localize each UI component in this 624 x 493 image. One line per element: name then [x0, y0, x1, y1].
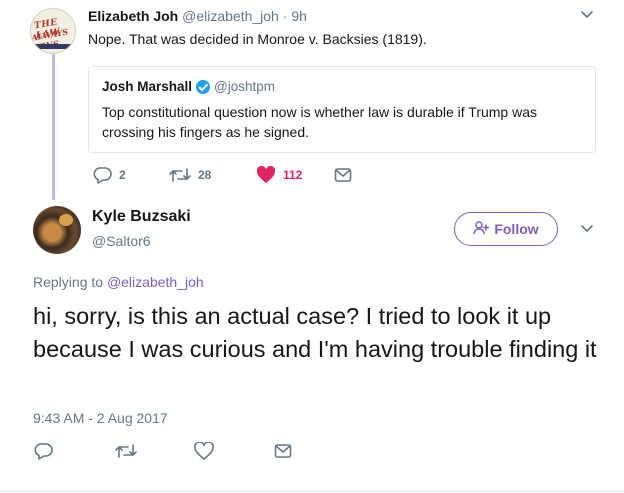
follow-button[interactable]: Follow — [454, 212, 558, 246]
reply-count: 2 — [119, 168, 126, 182]
retweet-icon — [114, 442, 138, 460]
main-tweet-text: hi, sorry, is this an actual case? I tri… — [33, 303, 597, 362]
main-tweet-timestamp[interactable]: 9:43 AM - 2 Aug 2017 — [33, 410, 168, 426]
retweet-count: 28 — [198, 168, 212, 182]
quoted-tweet-text: Top constitutional question now is wheth… — [102, 104, 537, 140]
parent-tweet-text: Nope. That was decided in Monroe v. Back… — [88, 31, 427, 47]
retweet-button[interactable]: 28 — [168, 166, 256, 184]
quoted-author-handle: @joshtpm — [214, 79, 276, 94]
heart-icon — [194, 442, 214, 460]
direct-message-button[interactable] — [334, 167, 352, 183]
reply-icon — [93, 166, 113, 184]
main-tweet-actions — [34, 442, 292, 460]
main-author-handle[interactable]: @Saltor6 — [92, 233, 151, 249]
message-icon — [334, 167, 352, 183]
chevron-down-icon[interactable] — [580, 224, 594, 234]
replying-to: Replying to @elizabeth_joh — [33, 274, 204, 290]
quoted-tweet[interactable]: Josh Marshall @joshtpm Top constitutiona… — [88, 66, 596, 153]
author-handle[interactable]: @elizabeth_joh — [182, 8, 279, 24]
add-person-icon — [473, 220, 494, 238]
replying-prefix: Replying to — [33, 274, 104, 290]
direct-message-button[interactable] — [274, 443, 292, 459]
retweet-button[interactable] — [114, 442, 194, 460]
author-name[interactable]: Elizabeth Joh — [88, 8, 178, 24]
message-icon — [274, 443, 292, 459]
avatar-highlight — [59, 214, 73, 226]
like-count: 112 — [283, 168, 303, 182]
avatar-kyle-buzsaki[interactable] — [33, 206, 81, 254]
reply-button[interactable]: 2 — [93, 166, 168, 184]
chevron-down-icon[interactable] — [580, 10, 594, 20]
thread-connector-line — [52, 54, 55, 200]
verified-badge-icon — [196, 79, 211, 94]
follow-label: Follow — [494, 221, 539, 237]
parent-tweet-actions: 2 28 112 — [93, 166, 352, 184]
like-button[interactable] — [194, 442, 274, 460]
avatar-elizabeth-joh[interactable]: THE LAW ALWAYS WINS — [30, 8, 76, 54]
like-button[interactable]: 112 — [256, 166, 334, 184]
tweet-time[interactable]: 9h — [291, 8, 307, 24]
heart-icon — [256, 166, 276, 184]
avatar-stripe — [31, 44, 75, 49]
reply-icon — [34, 442, 54, 460]
divider — [0, 491, 624, 492]
retweet-icon — [168, 166, 192, 184]
dot-separator: · — [282, 8, 288, 24]
main-author-name[interactable]: Kyle Buzsaki — [92, 208, 191, 226]
quoted-tweet-header: Josh Marshall @joshtpm — [102, 79, 275, 94]
reply-button[interactable] — [34, 442, 114, 460]
replying-handle-link[interactable]: @elizabeth_joh — [107, 274, 204, 290]
parent-tweet-header: Elizabeth Joh @elizabeth_joh · 9h — [88, 8, 307, 24]
quoted-author-name: Josh Marshall — [102, 79, 193, 94]
